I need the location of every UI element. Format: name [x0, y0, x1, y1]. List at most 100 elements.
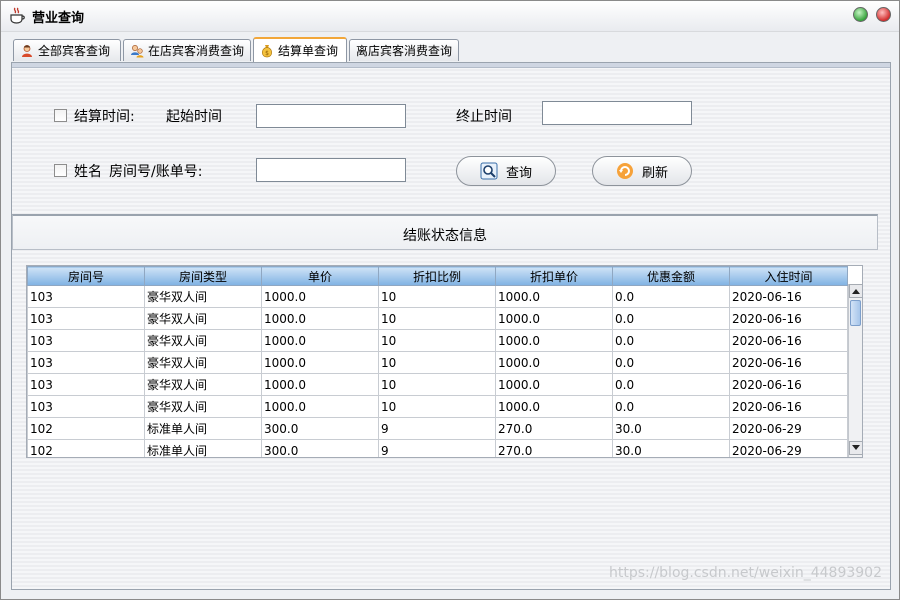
tab-in-store-consumption[interactable]: 在店宾客消费查询 — [123, 39, 251, 61]
table-cell[interactable]: 1000.0 — [261, 307, 379, 330]
table-cell[interactable]: 豪华双人间 — [144, 307, 262, 330]
table-cell[interactable]: 103 — [27, 373, 145, 396]
table-cell[interactable]: 豪华双人间 — [144, 373, 262, 396]
column-header-unit-price[interactable]: 单价 — [261, 266, 379, 286]
table-cell[interactable]: 豪华双人间 — [144, 395, 262, 418]
column-header-room-no[interactable]: 房间号 — [27, 266, 145, 286]
scroll-down-arrow[interactable] — [849, 441, 862, 455]
table-cell[interactable]: 豪华双人间 — [144, 285, 262, 308]
magnifier-icon — [480, 162, 498, 180]
close-button[interactable] — [876, 7, 891, 22]
column-header-room-type[interactable]: 房间类型 — [144, 266, 262, 286]
scroll-up-arrow[interactable] — [849, 284, 862, 298]
arrow-up-icon — [852, 289, 860, 294]
end-time-label: 终止时间 — [456, 109, 512, 125]
column-header-discount-amount[interactable]: 优惠金额 — [612, 266, 730, 286]
table-cell[interactable]: 300.0 — [261, 439, 379, 457]
table-row[interactable]: 103 豪华双人间 1000.0 10 1000.0 0.0 2020-06-16 — [27, 395, 848, 418]
vertical-scrollbar[interactable] — [848, 284, 862, 457]
table-cell[interactable]: 103 — [27, 351, 145, 374]
tab-settlement-query[interactable]: $ 结算单查询 — [253, 37, 347, 62]
table-cell[interactable]: 2020-06-16 — [729, 373, 848, 396]
table-row[interactable]: 103 豪华双人间 1000.0 10 1000.0 0.0 2020-06-16 — [27, 307, 848, 330]
table-cell[interactable]: 10 — [378, 329, 496, 352]
table-cell[interactable]: 1000.0 — [495, 373, 613, 396]
table-cell[interactable]: 1000.0 — [261, 285, 379, 308]
scroll-thumb[interactable] — [850, 300, 861, 326]
table-cell[interactable]: 10 — [378, 307, 496, 330]
table-row[interactable]: 103 豪华双人间 1000.0 10 1000.0 0.0 2020-06-16 — [27, 351, 848, 374]
settle-time-checkbox[interactable] — [54, 109, 67, 122]
table-cell[interactable]: 270.0 — [495, 417, 613, 440]
table-cell[interactable]: 0.0 — [612, 285, 730, 308]
minimize-button[interactable] — [853, 7, 868, 22]
start-time-input[interactable] — [256, 104, 406, 128]
table-cell[interactable]: 10 — [378, 373, 496, 396]
table-cell[interactable]: 2020-06-16 — [729, 285, 848, 308]
table-cell[interactable]: 103 — [27, 307, 145, 330]
table-cell[interactable]: 102 — [27, 417, 145, 440]
table-row[interactable]: 103 豪华双人间 1000.0 10 1000.0 0.0 2020-06-16 — [27, 285, 848, 308]
table-cell[interactable]: 2020-06-16 — [729, 307, 848, 330]
table-cell[interactable]: 0.0 — [612, 307, 730, 330]
table-cell[interactable]: 1000.0 — [495, 395, 613, 418]
table-cell[interactable]: 10 — [378, 285, 496, 308]
arrow-down-icon — [852, 445, 860, 450]
table-cell[interactable]: 1000.0 — [261, 395, 379, 418]
tab-label: 全部宾客查询 — [38, 44, 111, 58]
table-cell[interactable]: 10 — [378, 351, 496, 374]
column-header-checkin-time[interactable]: 入住时间 — [729, 266, 848, 286]
table-cell[interactable]: 标准单人间 — [144, 439, 262, 457]
table-cell[interactable]: 103 — [27, 395, 145, 418]
table-cell[interactable]: 30.0 — [612, 417, 730, 440]
table-cell[interactable]: 9 — [378, 439, 496, 457]
table-cell[interactable]: 2020-06-16 — [729, 351, 848, 374]
table-cell[interactable]: 1000.0 — [495, 285, 613, 308]
table-cell[interactable]: 0.0 — [612, 395, 730, 418]
table-cell[interactable]: 9 — [378, 417, 496, 440]
table-cell[interactable]: 270.0 — [495, 439, 613, 457]
table-cell[interactable]: 2020-06-16 — [729, 395, 848, 418]
query-button[interactable]: 查询 — [456, 156, 556, 186]
table-cell[interactable]: 豪华双人间 — [144, 329, 262, 352]
settle-time-label: 结算时间: — [74, 109, 135, 125]
table-cell[interactable]: 103 — [27, 285, 145, 308]
watermark: https://blog.csdn.net/weixin_44893902 — [608, 565, 882, 581]
table-cell[interactable]: 1000.0 — [261, 373, 379, 396]
table-header-row: 房间号 房间类型 单价 折扣比例 折扣单价 优惠金额 入住时间 — [27, 266, 848, 286]
panel-top-strip — [12, 63, 890, 68]
app-window: 营业查询 全部宾客查询 在店宾客消费查询 $ 结算单查询 离店宾客消费查询 结算… — [0, 0, 900, 600]
room-bill-input[interactable] — [256, 158, 406, 182]
table-cell[interactable]: 0.0 — [612, 351, 730, 374]
table-cell[interactable]: 0.0 — [612, 329, 730, 352]
table-cell[interactable]: 1000.0 — [495, 329, 613, 352]
table-cell[interactable]: 2020-06-29 — [729, 417, 848, 440]
table-cell[interactable]: 1000.0 — [495, 351, 613, 374]
table-row[interactable]: 102 标准单人间 300.0 9 270.0 30.0 2020-06-29 — [27, 439, 848, 457]
table-cell[interactable]: 标准单人间 — [144, 417, 262, 440]
tab-departed-consumption[interactable]: 离店宾客消费查询 — [349, 39, 459, 61]
table-row[interactable]: 103 豪华双人间 1000.0 10 1000.0 0.0 2020-06-16 — [27, 329, 848, 352]
refresh-button[interactable]: 刷新 — [592, 156, 692, 186]
table-cell[interactable]: 1000.0 — [261, 329, 379, 352]
column-header-discount-ratio[interactable]: 折扣比例 — [378, 266, 496, 286]
tab-all-guests[interactable]: 全部宾客查询 — [13, 39, 121, 61]
table-cell[interactable]: 10 — [378, 395, 496, 418]
table-cell[interactable]: 1000.0 — [495, 307, 613, 330]
table-cell[interactable]: 2020-06-29 — [729, 439, 848, 457]
table-row[interactable]: 102 标准单人间 300.0 9 270.0 30.0 2020-06-29 — [27, 417, 848, 440]
name-label: 姓名 — [74, 164, 102, 180]
table-cell[interactable]: 30.0 — [612, 439, 730, 457]
table-cell[interactable]: 102 — [27, 439, 145, 457]
column-header-discount-price[interactable]: 折扣单价 — [495, 266, 613, 286]
table-cell[interactable]: 豪华双人间 — [144, 351, 262, 374]
table-cell[interactable]: 0.0 — [612, 373, 730, 396]
name-room-checkbox[interactable] — [54, 164, 67, 177]
table-row[interactable]: 103 豪华双人间 1000.0 10 1000.0 0.0 2020-06-16 — [27, 373, 848, 396]
end-time-input[interactable] — [542, 101, 692, 125]
table-cell[interactable]: 2020-06-16 — [729, 329, 848, 352]
table-cell[interactable]: 1000.0 — [261, 351, 379, 374]
table-cell[interactable]: 300.0 — [261, 417, 379, 440]
tab-label: 离店宾客消费查询 — [356, 44, 453, 58]
table-cell[interactable]: 103 — [27, 329, 145, 352]
